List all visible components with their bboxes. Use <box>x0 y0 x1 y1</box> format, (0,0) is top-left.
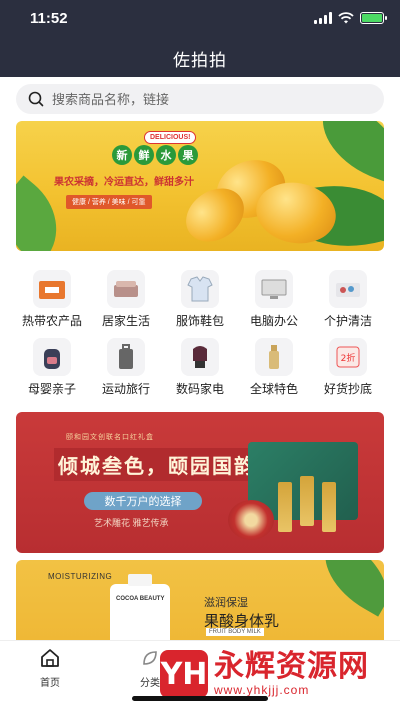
bedding-icon <box>107 270 145 308</box>
battery-icon <box>360 12 387 24</box>
lipstick-image <box>300 476 314 526</box>
watermark: YH 永辉资源网 www.yhkjjj.com <box>160 650 369 698</box>
promo-button[interactable]: 数千万户的选择 <box>84 492 202 510</box>
category-item[interactable]: 全球特色 <box>238 338 310 397</box>
peony-image <box>228 500 274 540</box>
bottle-brand: COCOA BEAUTY <box>116 596 165 602</box>
watermark-logo: YH <box>160 650 208 698</box>
appliance-icon <box>181 338 219 376</box>
search-bar[interactable] <box>16 84 384 114</box>
tab-home[interactable]: 首页 <box>20 647 80 689</box>
category-item[interactable]: 居家生活 <box>90 270 162 329</box>
category-item[interactable]: 个护清洁 <box>312 270 384 329</box>
search-input[interactable] <box>52 91 352 107</box>
category-item[interactable]: 数码家电 <box>164 338 236 397</box>
status-time: 11:52 <box>30 10 68 27</box>
promo-en-label: MOISTURIZING <box>48 572 113 581</box>
category-item[interactable]: 2折 好货抄底 <box>312 338 384 397</box>
shirt-icon <box>181 270 219 308</box>
banner-headline: 果农采摘，冷运直达，鲜甜多汁 <box>54 177 194 188</box>
banner-subline: 健康 / 营养 / 美味 / 可靠 <box>66 195 152 209</box>
promo-subtitle: 滋润保湿 <box>204 597 248 609</box>
lotion-promo-banner[interactable]: MOISTURIZING COCOA BEAUTY 滋润保湿 果酸身体乳 FRU… <box>16 560 384 640</box>
crate-icon <box>33 270 71 308</box>
cleaning-icon <box>329 270 367 308</box>
fresh-fruit-tag: 新 鲜 水 果 <box>112 145 198 165</box>
backpack-icon <box>33 338 71 376</box>
computer-icon <box>255 270 293 308</box>
promo-title: 倾城叁色，颐园国韵 <box>54 448 260 481</box>
leaf-decoration <box>308 560 384 617</box>
category-item[interactable]: 热带农产品 <box>16 270 88 329</box>
suitcase-icon <box>107 338 145 376</box>
leaf-decoration <box>308 121 384 185</box>
category-item[interactable]: 母婴亲子 <box>16 338 88 397</box>
category-item[interactable]: 运动旅行 <box>90 338 162 397</box>
lotion-bottle-image: COCOA BEAUTY <box>110 574 170 640</box>
sale-tag-icon: 2折 <box>329 338 367 376</box>
wifi-icon <box>338 12 354 24</box>
watermark-text: 永辉资源网 <box>214 650 369 683</box>
search-icon <box>28 91 44 107</box>
category-icon <box>143 651 157 665</box>
bottle-icon <box>255 338 293 376</box>
promo-subtitle: 艺术雕花 雅艺传承 <box>94 518 169 528</box>
svg-text:2折: 2折 <box>341 352 356 364</box>
delicious-badge: DELICIOUS! <box>144 131 197 144</box>
signal-icon <box>314 12 332 24</box>
lipstick-image <box>322 482 336 532</box>
page-title: 佐拍拍 <box>173 51 227 70</box>
promo-en-subtitle: FRUIT BODY MILK <box>206 628 264 636</box>
home-indicator <box>132 696 268 701</box>
promo-top-text: 颐和园文创联名口红礼盒 <box>66 434 154 441</box>
lipstick-promo-banner[interactable]: 颐和园文创联名口红礼盒 倾城叁色，颐园国韵 数千万户的选择 艺术雕花 雅艺传承 <box>16 412 384 553</box>
watermark-url: www.yhkjjj.com <box>214 683 310 697</box>
status-icons <box>314 12 387 24</box>
category-item[interactable]: 服饰鞋包 <box>164 270 236 329</box>
category-item[interactable]: 电脑办公 <box>238 270 310 329</box>
fruit-banner[interactable]: DELICIOUS! 新 鲜 水 果 果农采摘，冷运直达，鲜甜多汁 健康 / 营… <box>16 121 384 251</box>
home-icon <box>41 649 59 667</box>
lipstick-image <box>278 482 292 532</box>
app-header: 11:52 佐拍拍 <box>0 0 400 77</box>
